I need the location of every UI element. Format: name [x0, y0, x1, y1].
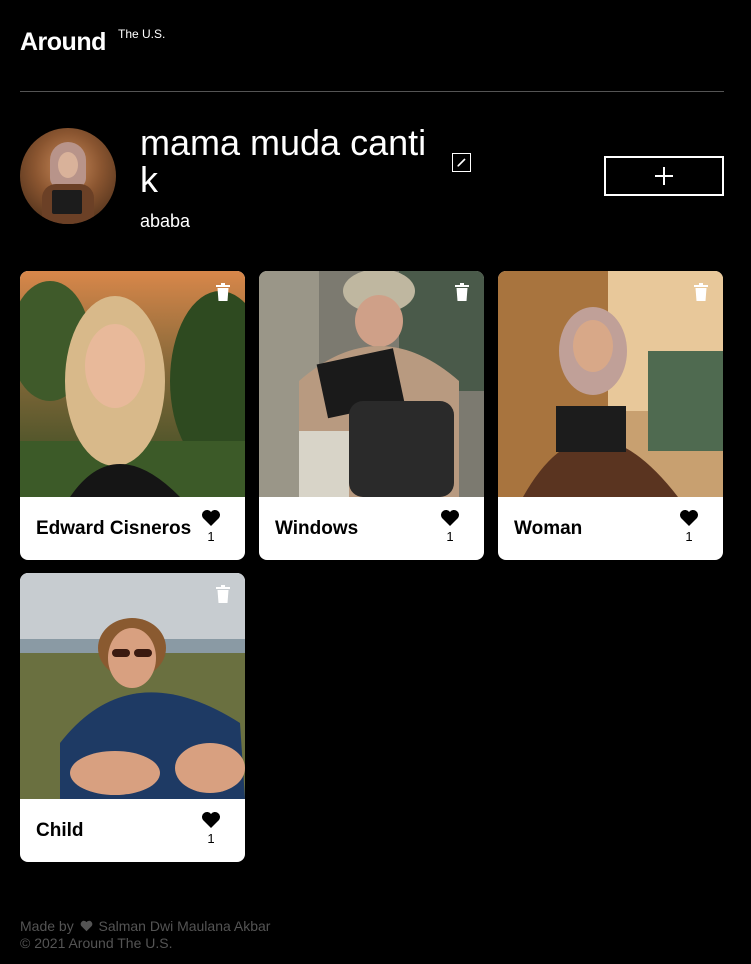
card-image[interactable]: [498, 271, 723, 497]
profile-avatar[interactable]: [20, 128, 116, 224]
footer-copyright: © 2021 Around The U.S.: [20, 935, 173, 951]
heart-icon[interactable]: [201, 811, 221, 829]
avatar-laptop: [52, 190, 82, 214]
edit-profile-button[interactable]: [452, 153, 471, 172]
like-container: 1: [199, 509, 223, 544]
card-windows: Windows 1: [259, 271, 484, 560]
footer-made-by: Made by: [20, 918, 74, 934]
logo-superscript: The U.S.: [118, 27, 166, 41]
trash-icon[interactable]: [454, 283, 470, 301]
profile-name: mama muda cantik: [140, 122, 427, 200]
avatar-face: [58, 152, 78, 178]
footer-credit: Made by Salman Dwi Maulana Akbar: [20, 918, 270, 935]
header: Around The U.S.: [20, 26, 724, 92]
card-image[interactable]: [259, 271, 484, 497]
card-title: Edward Cisneros: [36, 518, 192, 539]
card-title: Child: [36, 820, 84, 841]
like-count: 1: [446, 529, 454, 544]
like-container: 1: [438, 509, 462, 544]
trash-icon[interactable]: [693, 283, 709, 301]
card-image[interactable]: [20, 271, 245, 497]
card-woman: Woman 1: [498, 271, 723, 560]
like-container: 1: [677, 509, 701, 544]
like-container: 1: [199, 811, 223, 846]
logo: Around: [20, 28, 106, 56]
like-count: 1: [685, 529, 693, 544]
plus-icon: [655, 167, 673, 185]
heart-icon: [80, 920, 92, 932]
card-title: Woman: [514, 518, 583, 539]
like-count: 1: [207, 831, 215, 846]
footer: Made by Salman Dwi Maulana Akbar © 2021 …: [20, 918, 270, 952]
edit-icon: [457, 158, 466, 167]
like-count: 1: [207, 529, 215, 544]
footer-author: Salman Dwi Maulana Akbar: [98, 918, 271, 934]
profile-about: ababa: [140, 211, 191, 231]
heart-icon[interactable]: [201, 509, 221, 527]
card-child: Child 1: [20, 573, 245, 862]
heart-icon[interactable]: [679, 509, 699, 527]
card-image[interactable]: [20, 573, 245, 799]
trash-icon[interactable]: [215, 283, 231, 301]
card-edward-cisneros: Edward Cisneros 1: [20, 271, 245, 560]
heart-icon[interactable]: [440, 509, 460, 527]
card-title: Windows: [275, 518, 359, 539]
add-card-button[interactable]: [604, 156, 724, 196]
trash-icon[interactable]: [215, 585, 231, 603]
